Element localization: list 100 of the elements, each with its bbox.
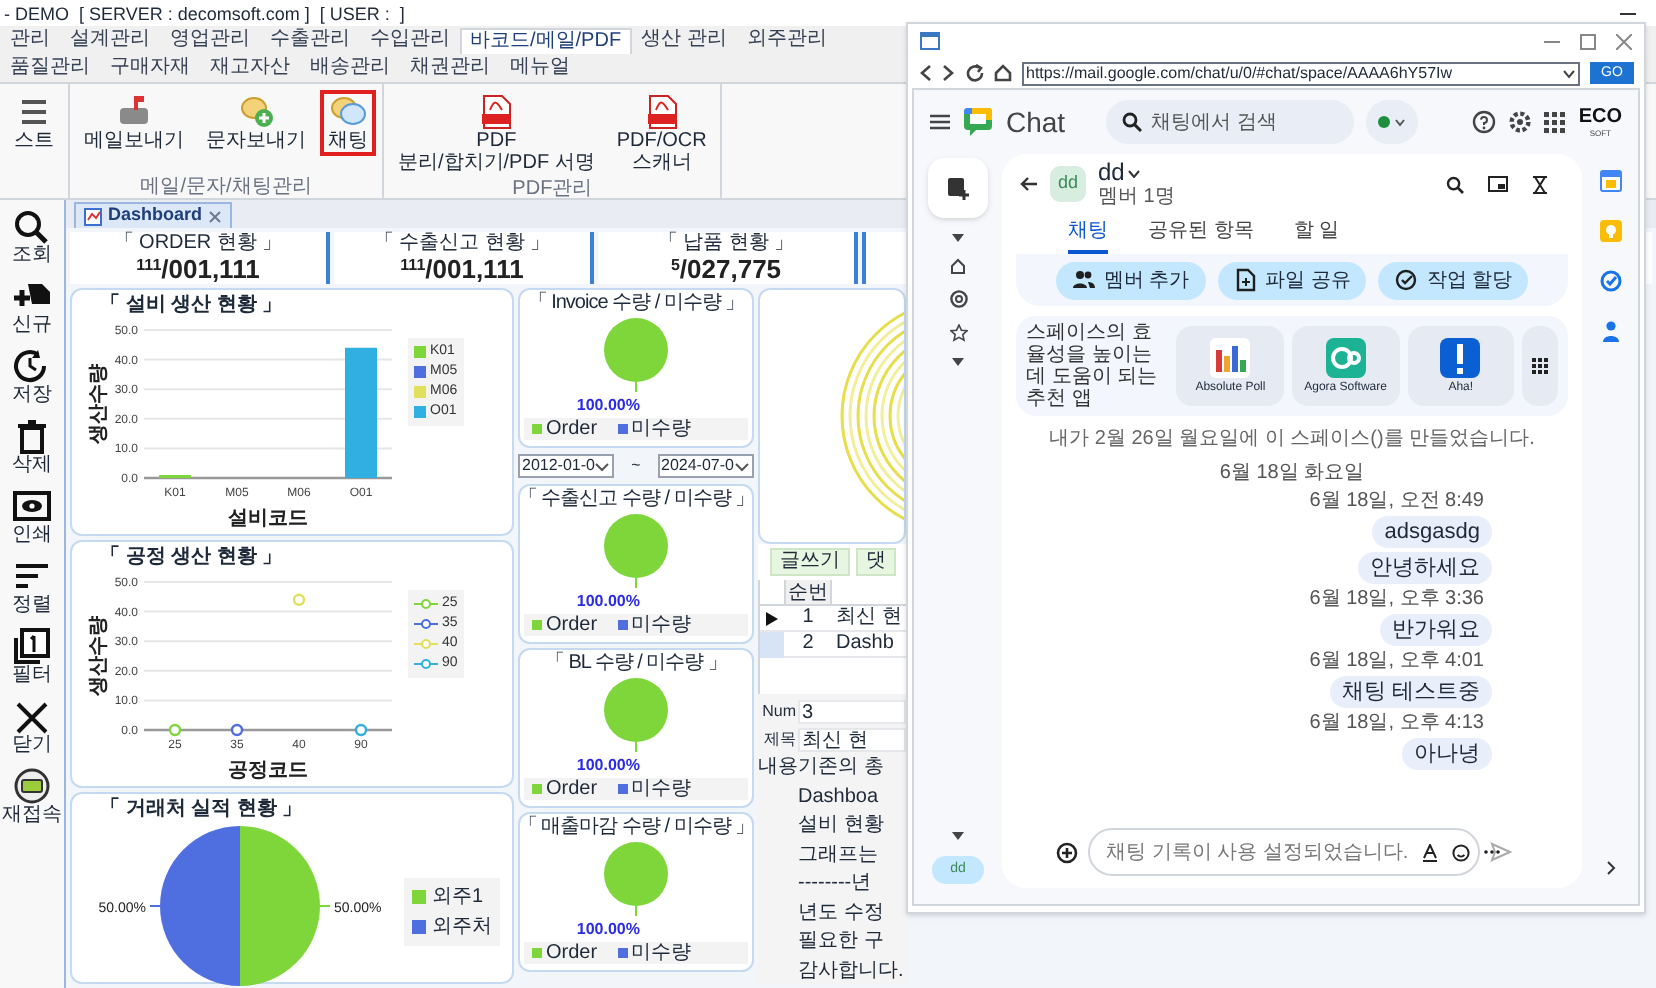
toolbar-button[interactable]: 닫기: [1, 696, 63, 760]
date-divider: 6월 18일 화요일: [1217, 462, 1367, 486]
address-field[interactable]: https://mail.google.com/chat/u/0/#chat/space/AAAA6hY57Iw: [1022, 61, 1580, 85]
more-apps-button[interactable]: [1522, 326, 1559, 406]
content-line: 기존의 총: [798, 754, 886, 782]
add-circle-icon[interactable]: [1056, 841, 1078, 863]
menu-tab[interactable]: 외주관리: [736, 26, 837, 54]
caret-icon[interactable]: [952, 358, 964, 366]
menu-tab[interactable]: 바코드/메일/PDF: [460, 28, 632, 54]
legend-swatch: [617, 620, 628, 630]
status-selector[interactable]: [1365, 100, 1418, 144]
task-check-icon[interactable]: [1599, 270, 1621, 292]
document-tab[interactable]: Dashboard: [74, 202, 233, 228]
ribbon-button[interactable]: 메일보내기: [76, 90, 192, 156]
tab[interactable]: 할 일: [1293, 218, 1340, 254]
board-button[interactable]: 댓: [856, 548, 896, 576]
table-cell-text: 2: [800, 632, 816, 656]
maximize-icon[interactable]: [1580, 33, 1596, 49]
menu-tab[interactable]: 설계관리: [60, 26, 160, 54]
toolbar-button[interactable]: 인쇄: [1, 486, 63, 550]
toolbar-button[interactable]: 필터: [1, 626, 63, 690]
toolbar-button[interactable]: 정렬: [1, 556, 63, 620]
toolbar-button[interactable]: 신규: [1, 276, 63, 340]
caret-icon[interactable]: [1128, 169, 1141, 177]
legend-marker-icon: [414, 598, 438, 610]
apps-grid-icon[interactable]: [1544, 111, 1567, 133]
table-cell-text: 1: [800, 606, 816, 630]
window-title: - DEMO [ SERVER : decomsoft.com ] [ USER : ]: [4, 1, 405, 25]
chart-title: 「 수출신고 수량 / 미수량 」: [517, 488, 755, 510]
text-field[interactable]: 최신 현: [798, 728, 906, 752]
data-label: 100.00%: [576, 396, 640, 414]
search-icon[interactable]: [1446, 175, 1464, 193]
back-arrow-icon[interactable]: [1020, 176, 1038, 192]
send-icon[interactable]: [1490, 842, 1512, 862]
ribbon-button[interactable]: 채팅: [320, 90, 376, 156]
toolbar-button[interactable]: 저장: [1, 346, 63, 410]
person-icon[interactable]: [1599, 320, 1621, 342]
action-button[interactable]: 파일 공유: [1217, 261, 1367, 299]
settings-icon[interactable]: [1508, 110, 1533, 134]
search-field[interactable]: 채팅에서 검색: [1105, 100, 1354, 144]
tab[interactable]: 공유된 항목: [1148, 218, 1254, 254]
back-icon[interactable]: [918, 64, 932, 82]
help-icon[interactable]: [1472, 110, 1497, 134]
caret-icon[interactable]: [952, 832, 964, 840]
ribbon-button[interactable]: 스트: [6, 90, 62, 156]
picture-in-picture-icon[interactable]: [1488, 175, 1508, 191]
ribbon-button[interactable]: 문자보내기: [198, 90, 314, 156]
axis-title: 생산수량: [88, 616, 110, 696]
eye-icon: [12, 488, 52, 524]
menu-tab[interactable]: 메뉴얼: [500, 54, 580, 82]
pie-slice: [604, 842, 668, 906]
forward-icon[interactable]: [942, 64, 956, 82]
data-label: 100.00%: [576, 592, 640, 610]
table-row[interactable]: 2 Dashb: [760, 632, 906, 658]
toolbar-button[interactable]: 삭제: [1, 416, 63, 480]
home-icon[interactable]: [950, 258, 966, 274]
menu-tab[interactable]: 생산 관리: [631, 26, 737, 54]
format-text-icon[interactable]: [1422, 843, 1439, 861]
menu-tab[interactable]: 채권관리: [400, 54, 500, 82]
menu-tab[interactable]: 품질관리: [0, 54, 100, 82]
ribbon-button[interactable]: PDF/OCR 스캐너: [608, 90, 715, 178]
menu-icon[interactable]: [930, 114, 950, 130]
bar-chart-icon: [1210, 337, 1251, 377]
data-label: 100.00%: [576, 920, 640, 938]
caret-icon[interactable]: [952, 234, 964, 242]
toolbar-button[interactable]: 조회: [1, 206, 63, 270]
hourglass-icon[interactable]: [1532, 175, 1548, 193]
legend-swatch: [532, 784, 542, 794]
message-bubble: 아나녕: [1402, 738, 1492, 770]
close-icon[interactable]: [208, 209, 223, 223]
date-picker[interactable]: 2012-01-0: [518, 454, 615, 478]
menu-tab[interactable]: 구매자재: [100, 54, 200, 82]
menu-tab[interactable]: 배송관리: [300, 54, 400, 82]
legend-swatch: [617, 784, 628, 794]
range-separator: ~: [631, 454, 641, 478]
close-icon[interactable]: [1616, 33, 1632, 49]
chevron-right-icon[interactable]: [1605, 860, 1615, 876]
menu-tab[interactable]: 영업관리: [160, 26, 260, 54]
menu-tab[interactable]: 재고자산: [200, 54, 300, 82]
leader-line: [319, 905, 331, 907]
ribbon-button[interactable]: PDF 분리/합치기/PDF 서명: [390, 90, 603, 178]
apps-grid-icon: [1532, 358, 1549, 374]
emoji-icon[interactable]: [1452, 843, 1471, 861]
reload-icon[interactable]: [966, 64, 984, 82]
action-button[interactable]: 멤버 추가: [1055, 261, 1206, 299]
content-line: Dashboa: [798, 783, 881, 811]
star-icon[interactable]: [949, 324, 967, 342]
text-field[interactable]: 3: [798, 700, 906, 724]
menu-tab[interactable]: 관리: [0, 26, 60, 54]
table-row[interactable]: 1 최신 현: [760, 606, 906, 632]
chat-logo-icon: [962, 106, 994, 138]
menu-tab[interactable]: 수입관리: [360, 26, 460, 54]
home-icon[interactable]: [994, 64, 1012, 82]
action-button[interactable]: 작업 할당: [1378, 261, 1529, 299]
calendar-icon[interactable]: [1599, 170, 1621, 192]
toolbar-button[interactable]: 재접속: [1, 766, 63, 830]
new-chat-button[interactable]: [928, 158, 988, 218]
board-button[interactable]: 글쓰기: [770, 548, 850, 576]
menu-tab[interactable]: 수출관리: [260, 26, 360, 54]
date-picker[interactable]: 2024-07-0: [657, 454, 754, 478]
